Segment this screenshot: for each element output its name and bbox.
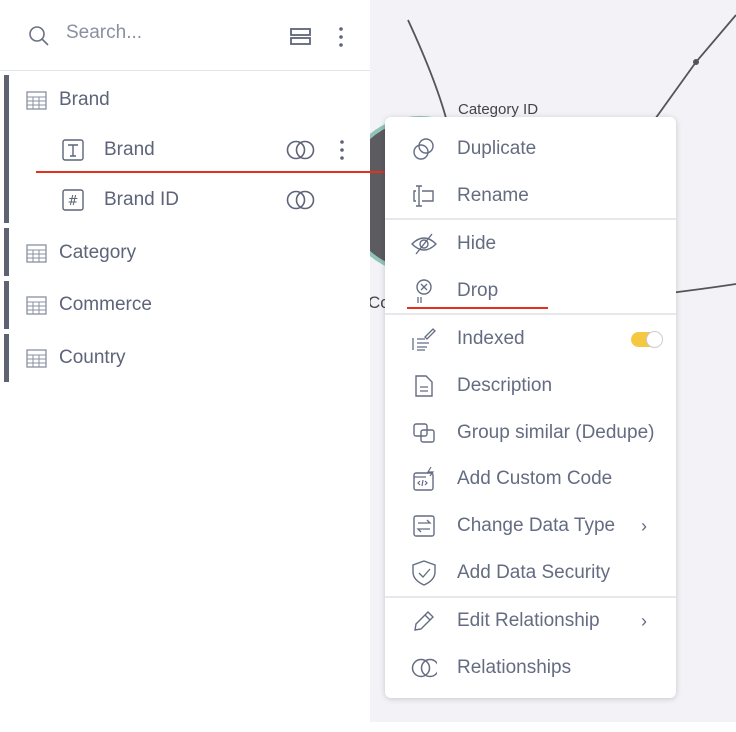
drop-icon bbox=[416, 279, 432, 303]
group-indicator bbox=[4, 334, 9, 382]
menu-label: Edit Relationship bbox=[457, 610, 600, 631]
search-input[interactable] bbox=[66, 22, 266, 44]
menu-label: Drop bbox=[457, 280, 499, 301]
tree-label: Brand bbox=[104, 139, 155, 160]
menu-item-relationships[interactable]: Relationships bbox=[385, 648, 676, 688]
menu-divider bbox=[385, 596, 676, 598]
menu-label: Duplicate bbox=[457, 138, 537, 159]
menu-label: Description bbox=[457, 375, 553, 396]
group-indicator bbox=[4, 228, 9, 276]
table-icon bbox=[26, 295, 47, 315]
table-icon bbox=[26, 243, 47, 263]
relationships-icon[interactable] bbox=[286, 190, 316, 210]
menu-item-add-custom-code[interactable]: Add Custom Code bbox=[385, 459, 676, 499]
menu-item-hide[interactable]: Hide bbox=[385, 224, 676, 264]
menu-item-group-similar[interactable]: Group similar (Dedupe) bbox=[385, 413, 676, 453]
menu-item-change-data-type[interactable]: Change Data Type › bbox=[385, 506, 676, 546]
menu-divider bbox=[385, 313, 676, 315]
number-type-icon: # bbox=[62, 189, 84, 211]
search-bar bbox=[0, 0, 370, 71]
code-icon bbox=[413, 466, 435, 491]
menu-label: Rename bbox=[457, 185, 529, 206]
table-icon bbox=[26, 90, 47, 110]
menu-label: Change Data Type bbox=[457, 515, 616, 536]
menu-item-indexed[interactable]: Indexed bbox=[385, 319, 676, 359]
context-menu: Duplicate Rename Hide Drop Indexed Descr… bbox=[385, 117, 676, 698]
search-icon bbox=[29, 26, 49, 46]
annotation-underline bbox=[407, 307, 548, 309]
menu-item-description[interactable]: Description bbox=[385, 366, 676, 406]
relationships-icon[interactable] bbox=[286, 140, 316, 160]
chevron-right-icon: › bbox=[641, 610, 647, 631]
rename-icon bbox=[413, 185, 434, 207]
shield-icon bbox=[412, 560, 436, 586]
menu-label: Relationships bbox=[457, 657, 572, 678]
menu-label: Group similar (Dedupe) bbox=[457, 422, 655, 443]
menu-divider bbox=[385, 218, 676, 220]
index-icon bbox=[412, 328, 436, 351]
duplicate-icon bbox=[413, 138, 434, 160]
collapse-all-icon[interactable] bbox=[290, 28, 312, 45]
document-icon bbox=[415, 375, 433, 397]
tree-label: Commerce bbox=[59, 294, 152, 315]
svg-text:#: # bbox=[68, 194, 79, 209]
edge-label: Category ID bbox=[458, 101, 539, 118]
pencil-icon bbox=[414, 611, 434, 631]
menu-label: Add Custom Code bbox=[457, 468, 613, 489]
schema-panel: Brand Brand # Brand ID Category Commerce… bbox=[0, 0, 370, 732]
more-options-icon[interactable] bbox=[336, 26, 346, 48]
group-indicator bbox=[4, 281, 9, 329]
group-icon bbox=[413, 423, 435, 443]
tree-label: Brand bbox=[59, 89, 110, 110]
tree-label: Country bbox=[59, 347, 126, 368]
tree-label: Category bbox=[59, 242, 137, 263]
tree-table-country[interactable]: Country bbox=[26, 343, 126, 373]
menu-item-drop[interactable]: Drop bbox=[385, 271, 676, 311]
tree-column-brand-id[interactable]: # Brand ID bbox=[62, 185, 352, 215]
text-type-icon bbox=[62, 139, 84, 161]
menu-item-rename[interactable]: Rename bbox=[385, 176, 676, 216]
swap-icon bbox=[413, 515, 435, 537]
menu-label: Hide bbox=[457, 233, 497, 254]
table-icon bbox=[26, 348, 47, 368]
menu-label: Add Data Security bbox=[457, 562, 611, 583]
eye-off-icon bbox=[411, 233, 437, 255]
chevron-right-icon: › bbox=[641, 515, 647, 536]
menu-item-add-data-security[interactable]: Add Data Security bbox=[385, 553, 676, 593]
group-indicator bbox=[4, 75, 9, 223]
menu-item-edit-relationship[interactable]: Edit Relationship › bbox=[385, 601, 676, 641]
tree-label: Brand ID bbox=[104, 189, 179, 210]
annotation-underline bbox=[36, 171, 400, 173]
menu-item-duplicate[interactable]: Duplicate bbox=[385, 129, 676, 169]
relationships-icon bbox=[411, 658, 437, 678]
tree-table-brand[interactable]: Brand bbox=[26, 85, 110, 115]
menu-label: Indexed bbox=[457, 328, 525, 349]
tree-table-category[interactable]: Category bbox=[26, 238, 136, 268]
tree-column-brand[interactable]: Brand bbox=[62, 135, 352, 165]
indexed-toggle[interactable] bbox=[631, 330, 663, 348]
tree-table-commerce[interactable]: Commerce bbox=[26, 290, 152, 320]
more-options-icon[interactable] bbox=[337, 139, 347, 161]
